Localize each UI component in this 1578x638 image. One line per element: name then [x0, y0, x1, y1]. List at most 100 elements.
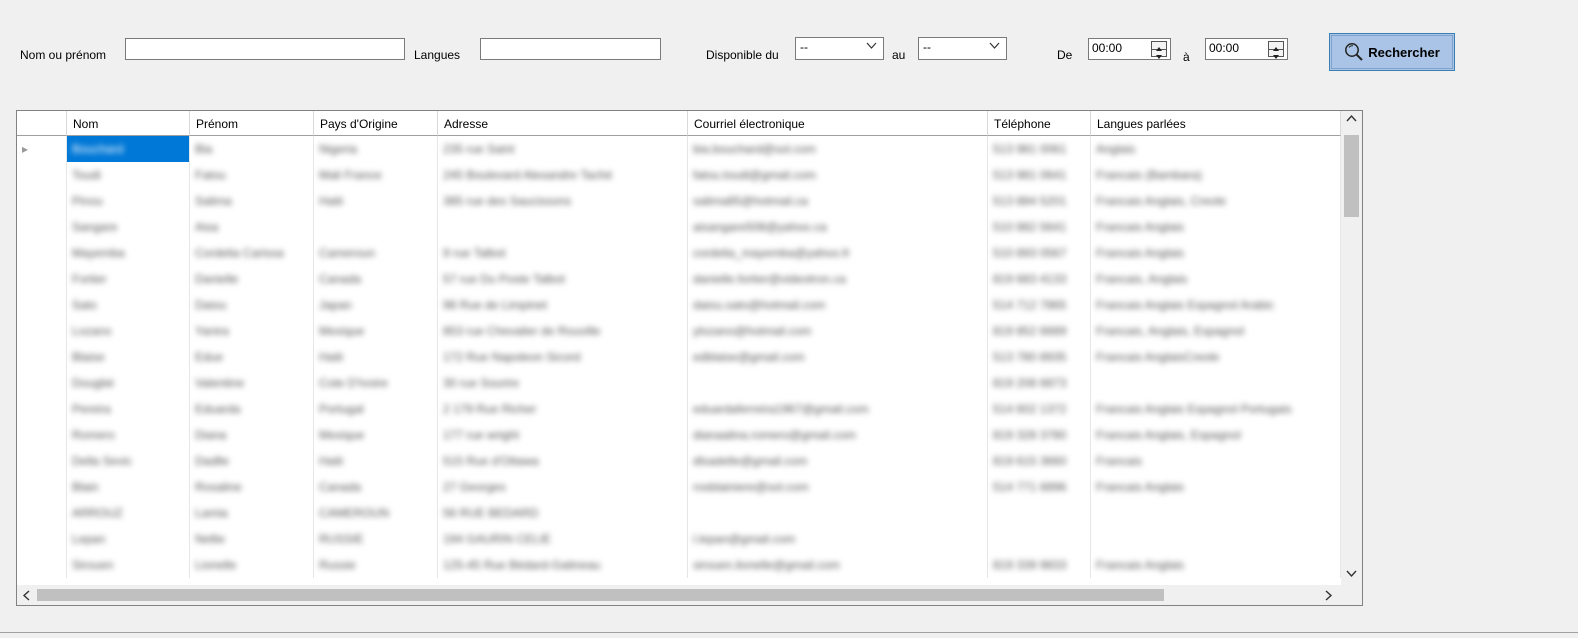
table-cell[interactable]: daiou.sato@hotmail.com [688, 292, 988, 318]
table-cell[interactable]: 819 208 6873 [988, 370, 1091, 396]
table-cell[interactable]: Della Sevic [67, 448, 190, 474]
table-cell[interactable] [988, 526, 1091, 552]
table-cell[interactable]: l.lepan@gmail.com [688, 526, 988, 552]
table-cell[interactable]: Canada [314, 474, 438, 500]
column-header[interactable]: Nom [67, 111, 190, 136]
horizontal-scrollbar[interactable] [17, 585, 1341, 605]
table-cell[interactable] [438, 214, 688, 240]
table-cell[interactable]: 56 RUE BEDARD [438, 500, 688, 526]
table-cell[interactable]: ylozano@hotmail.com [688, 318, 988, 344]
table-cell[interactable]: Rosaline [190, 474, 314, 500]
table-row[interactable]: Lozano Yanira Mexique 853 rue Chevalier de … [17, 318, 1341, 344]
table-cell[interactable]: dlsadelle@gmail.com [688, 448, 988, 474]
table-cell[interactable]: salima85@hotmail.ca [688, 188, 988, 214]
table-cell[interactable]: 513 981 0641 [988, 162, 1091, 188]
table-cell[interactable]: 819 683 4133 [988, 266, 1091, 292]
table-cell[interactable]: sirouen.lionelle@gmail.com [688, 552, 988, 578]
table-cell[interactable]: Sangare [67, 214, 190, 240]
table-cell[interactable]: 30 rue Sourire [438, 370, 688, 396]
column-header[interactable]: Langues parlées [1091, 111, 1341, 136]
table-cell[interactable]: Francais (Bambara) [1091, 162, 1341, 188]
table-cell[interactable]: Mexique [314, 318, 438, 344]
table-cell[interactable] [988, 500, 1091, 526]
table-cell[interactable]: Francais Anglais, Espagnol [1091, 422, 1341, 448]
table-cell[interactable]: Nigeria [314, 136, 438, 162]
row-header[interactable] [17, 292, 67, 318]
table-cell[interactable]: 510 893 0567 [988, 240, 1091, 266]
table-cell[interactable]: Anglais [1091, 136, 1341, 162]
table-cell[interactable]: Russie [314, 552, 438, 578]
languages-input[interactable] [480, 38, 661, 60]
table-cell[interactable]: 172 Rue Napoleon Sicord [438, 344, 688, 370]
search-button[interactable]: Rechercher [1329, 33, 1455, 71]
table-cell[interactable]: 819 339 9833 [988, 552, 1091, 578]
scroll-right-icon[interactable] [1325, 590, 1333, 604]
table-cell[interactable]: 98 Rue de Limpinet [438, 292, 688, 318]
table-cell[interactable]: danielle.fortier@videotron.ca [688, 266, 988, 292]
table-cell[interactable]: Japan [314, 292, 438, 318]
table-cell[interactable]: Cote D'Ivoire [314, 370, 438, 396]
table-cell[interactable]: Francais Anglais [1091, 214, 1341, 240]
table-row[interactable]: Blaise Edue Haiti 172 Rue Napoleon Sicord ed… [17, 344, 1341, 370]
row-header[interactable] [17, 344, 67, 370]
table-cell[interactable]: 819 328 3780 [988, 422, 1091, 448]
name-input[interactable] [125, 38, 405, 60]
table-cell[interactable]: Mali France [314, 162, 438, 188]
table-cell[interactable]: Francais, Anglais, Espagnol [1091, 318, 1341, 344]
column-header[interactable]: Prénom [190, 111, 314, 136]
table-row[interactable]: Sirouen Lionelle Russie 125-45 Rue Bédard-G… [17, 552, 1341, 578]
table-cell[interactable]: ARROUZ [67, 500, 190, 526]
table-cell[interactable]: Lozano [67, 318, 190, 344]
row-header[interactable] [17, 396, 67, 422]
table-cell[interactable]: Francais Anglais, Creole [1091, 188, 1341, 214]
table-cell[interactable]: Francais Anglais Espagnol Portugais [1091, 396, 1341, 422]
table-cell[interactable]: Haiti [314, 188, 438, 214]
table-cell[interactable] [688, 500, 988, 526]
table-cell[interactable]: Francais AnglaisCreole [1091, 344, 1341, 370]
table-cell[interactable] [1091, 370, 1341, 396]
table-cell[interactable]: Portugal [314, 396, 438, 422]
table-cell[interactable]: Francais [1091, 448, 1341, 474]
time-to-picker[interactable]: 00:00 [1205, 38, 1288, 60]
table-cell[interactable]: 513 884 5201 [988, 188, 1091, 214]
table-cell[interactable]: aisangare508@yahoo.ca [688, 214, 988, 240]
table-row[interactable]: Pereira Eduarda Portugal 2 179 Rue Richer ed… [17, 396, 1341, 422]
table-cell[interactable]: 514 771 6896 [988, 474, 1091, 500]
table-row[interactable]: Dougbé Valentine Cote D'Ivoire 30 rue Souri… [17, 370, 1341, 396]
table-cell[interactable]: 515 Rue d'Ottawa [438, 448, 688, 474]
table-cell[interactable]: rosblainiere@sol.com [688, 474, 988, 500]
table-cell[interactable]: Mexique [314, 422, 438, 448]
table-cell[interactable]: 510 882 5641 [988, 214, 1091, 240]
row-header[interactable] [17, 422, 67, 448]
column-header[interactable]: Adresse [438, 111, 688, 136]
table-cell[interactable]: Bouchard [67, 136, 190, 162]
table-cell[interactable]: 819 852 6689 [988, 318, 1091, 344]
row-header[interactable] [17, 240, 67, 266]
column-header[interactable]: Téléphone [988, 111, 1091, 136]
table-cell[interactable]: Lionelle [190, 552, 314, 578]
table-cell[interactable]: Haiti [314, 344, 438, 370]
time-to-spinner[interactable] [1268, 41, 1284, 59]
table-row[interactable]: Blain Rosaline Canada 27 Georges rosblainier… [17, 474, 1341, 500]
table-row[interactable]: Lepan Nellie RUSSIE 194 GAURIN CELIE l.lepan… [17, 526, 1341, 552]
scroll-down-icon[interactable] [1346, 569, 1357, 581]
table-cell[interactable]: CAMEROUN [314, 500, 438, 526]
table-cell[interactable]: RUSSIE [314, 526, 438, 552]
table-cell[interactable]: 2 179 Rue Richer [438, 396, 688, 422]
scroll-left-icon[interactable] [22, 590, 30, 604]
table-row[interactable]: Toudi Fatou Mali France 245 Boulevard Alexa… [17, 162, 1341, 188]
table-cell[interactable]: Sirouen [67, 552, 190, 578]
table-cell[interactable] [1091, 526, 1341, 552]
row-header[interactable] [17, 318, 67, 344]
grid-body[interactable]: ▸ Bouchard Bia Nigeria 235 rue Saint bia.bouc… [17, 136, 1341, 585]
row-header[interactable] [17, 474, 67, 500]
table-row[interactable]: Pinou Salima Haiti 385 rue des Saucissons sa… [17, 188, 1341, 214]
table-row[interactable]: ▸ Bouchard Bia Nigeria 235 rue Saint bia.bouc… [17, 136, 1341, 162]
row-header[interactable] [17, 500, 67, 526]
table-cell[interactable]: Pereira [67, 396, 190, 422]
table-cell[interactable]: Blaise [67, 344, 190, 370]
table-cell[interactable]: 819 615 3660 [988, 448, 1091, 474]
table-cell[interactable]: cordelia_mayemba@yahoo.fr [688, 240, 988, 266]
table-cell[interactable]: Yanira [190, 318, 314, 344]
table-cell[interactable]: dianaalina.romero@gmail.com [688, 422, 988, 448]
